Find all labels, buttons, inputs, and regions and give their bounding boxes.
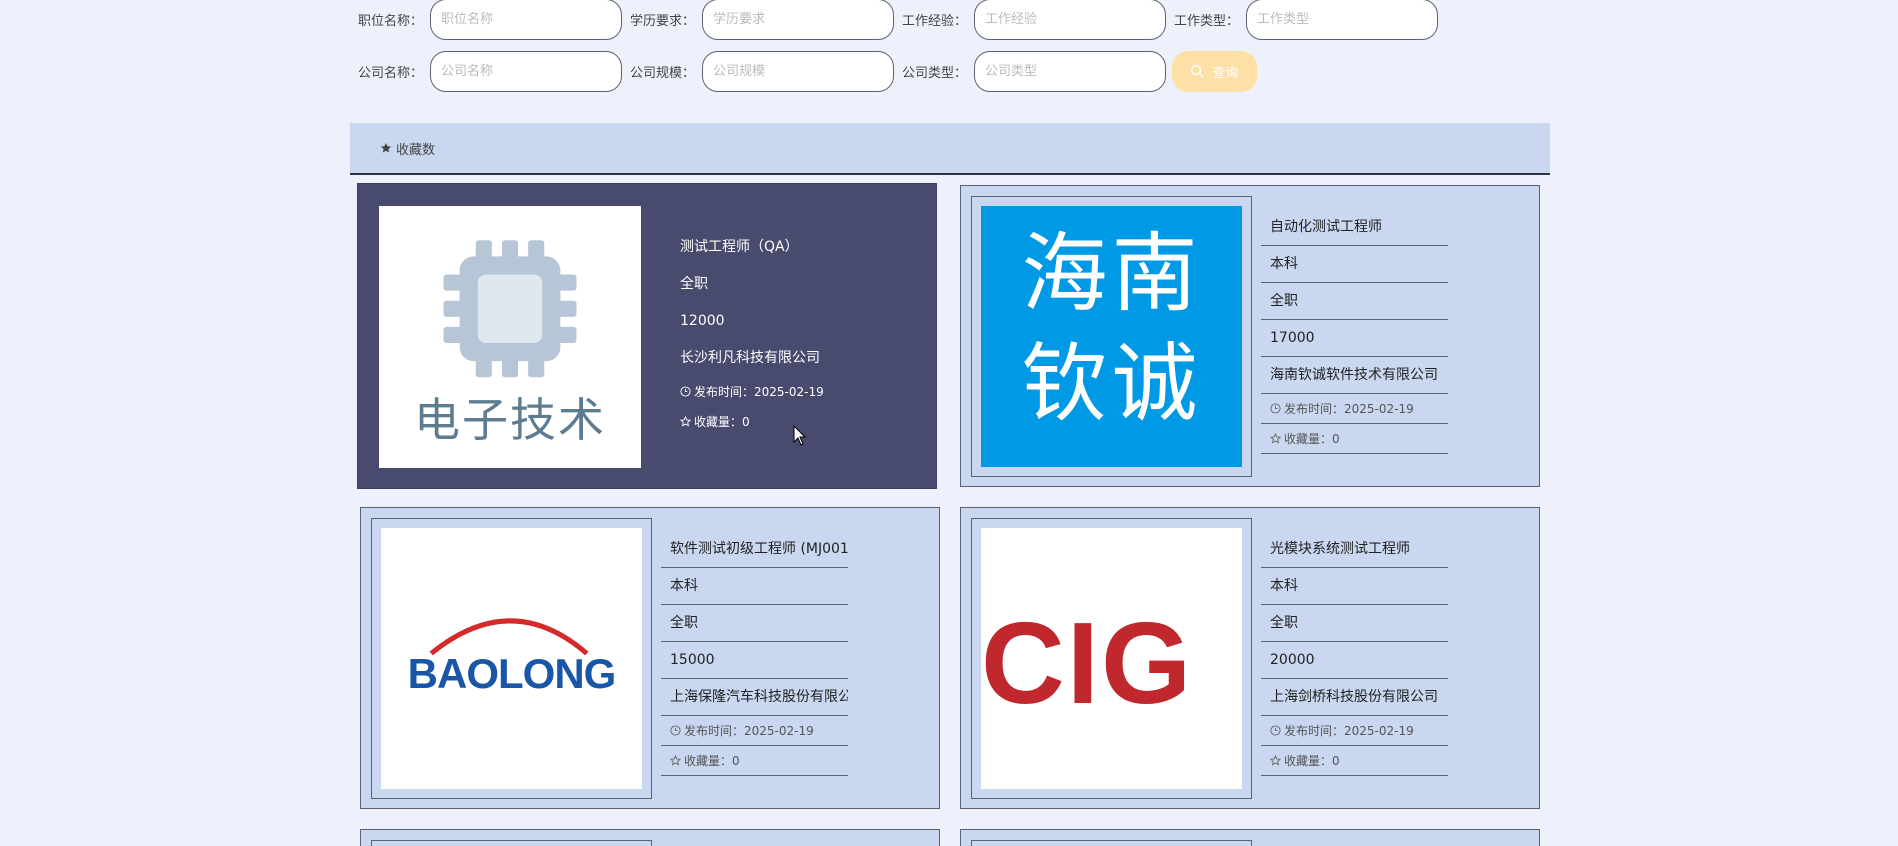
job-card[interactable]: BAOLONG 软件测试初级工程师 (MJ001048) 本科 全职 15000… xyxy=(360,507,940,809)
sort-by-favorites[interactable]: 收藏数 xyxy=(380,139,435,158)
clock-icon xyxy=(1270,403,1281,414)
job-type: 全职 xyxy=(680,276,708,292)
filter-job-type: 工作类型： xyxy=(1174,0,1446,40)
job-type: 全职 xyxy=(1261,605,1448,642)
company-logo-frame: 海南 钦诚 xyxy=(971,196,1252,477)
filter-row-2: 公司名称： 公司规模： 公司类型： 查询 xyxy=(358,50,1257,92)
job-type: 全职 xyxy=(661,605,848,642)
filter-label: 公司规模： xyxy=(630,65,696,81)
filter-label: 公司名称： xyxy=(358,65,424,81)
job-card[interactable]: CIG 光模块系统测试工程师 本科 全职 20000 上海剑桥科技股份有限公司 … xyxy=(960,507,1540,809)
publish-time-text: 发布时间：2025-02-19 xyxy=(684,724,814,738)
star-icon xyxy=(381,143,391,153)
filter-label: 工作经验： xyxy=(902,13,968,29)
favorite-count: 收藏量：0 xyxy=(1261,424,1448,454)
filter-education: 学历要求： xyxy=(630,0,902,40)
filter-company-name: 公司名称： xyxy=(358,50,630,92)
favorite-count: 收藏量：0 xyxy=(1261,746,1448,776)
logo-text: CIG xyxy=(981,598,1194,728)
publish-time: 发布时间：2025-02-19 xyxy=(671,377,858,407)
publish-time-text: 发布时间：2025-02-19 xyxy=(1284,724,1414,738)
company-logo-frame xyxy=(971,840,1252,846)
publish-time-text: 发布时间：2025-02-19 xyxy=(694,385,824,399)
logo-text: BAOLONG xyxy=(407,650,617,697)
search-icon xyxy=(1191,65,1205,78)
mouse-cursor-icon xyxy=(793,425,807,446)
favorite-count-text: 收藏量：0 xyxy=(1284,754,1340,768)
filter-label: 公司类型： xyxy=(902,65,968,81)
publish-time-text: 发布时间：2025-02-19 xyxy=(1284,402,1414,416)
job-type: 全职 xyxy=(1261,283,1448,320)
job-name-input[interactable] xyxy=(430,0,622,40)
logo-text-line2: 钦诚 xyxy=(1021,334,1202,434)
sort-label: 收藏数 xyxy=(396,142,436,158)
job-card[interactable]: 电子技术 测试工程师（QA） 全职 12000 长沙利凡科技有限公司 发布时间：… xyxy=(357,183,937,489)
job-title: 软件测试初级工程师 (MJ001048) xyxy=(661,531,848,568)
publish-time: 发布时间：2025-02-19 xyxy=(1261,716,1448,746)
job-education: 本科 xyxy=(1261,246,1448,283)
company-type-input[interactable] xyxy=(974,50,1166,92)
job-education: 本科 xyxy=(661,568,848,605)
search-button[interactable]: 查询 xyxy=(1172,50,1257,92)
company-name: 长沙利凡科技有限公司 xyxy=(680,350,820,366)
company-logo-frame xyxy=(371,840,652,846)
filter-label: 学历要求： xyxy=(630,13,696,29)
company-logo: 电子技术 xyxy=(379,206,641,468)
star-outline-icon xyxy=(670,755,681,766)
job-type-input[interactable] xyxy=(1246,0,1438,40)
filter-experience: 工作经验： xyxy=(902,0,1174,40)
filter-row-1: 职位名称： 学历要求： 工作经验： 工作类型： xyxy=(358,0,1446,40)
job-title: 光模块系统测试工程师 xyxy=(1261,531,1448,568)
job-info: 软件测试初级工程师 (MJ001048) 本科 全职 15000 上海保隆汽车科… xyxy=(661,531,848,776)
job-info: 测试工程师（QA） 全职 12000 长沙利凡科技有限公司 发布时间：2025-… xyxy=(671,229,858,437)
job-card[interactable] xyxy=(960,829,1540,846)
company-name: 上海保隆汽车科技股份有限公司 xyxy=(661,679,848,716)
job-title: 自动化测试工程师 xyxy=(1261,209,1448,246)
company-logo-frame: CIG xyxy=(971,518,1252,799)
filter-company-type: 公司类型： xyxy=(902,50,1174,92)
company-logo-frame: BAOLONG xyxy=(371,518,652,799)
job-info: 自动化测试工程师 本科 全职 17000 海南钦诚软件技术有限公司 发布时间：2… xyxy=(1261,209,1448,454)
job-salary: 17000 xyxy=(1261,320,1448,357)
star-outline-icon xyxy=(680,416,691,427)
favorite-count-text: 收藏量：0 xyxy=(684,754,740,768)
filter-label: 职位名称： xyxy=(358,13,424,29)
search-button-label: 查询 xyxy=(1212,65,1239,81)
favorite-count-text: 收藏量：0 xyxy=(694,415,750,429)
job-card[interactable]: 海南 钦诚 自动化测试工程师 本科 全职 17000 海南钦诚软件技术有限公司 … xyxy=(960,185,1540,487)
star-outline-icon xyxy=(1270,755,1281,766)
company-size-input[interactable] xyxy=(702,50,894,92)
company-name-input[interactable] xyxy=(430,50,622,92)
clock-icon xyxy=(1270,725,1281,736)
filter-job-name: 职位名称： xyxy=(358,0,630,40)
company-logo: BAOLONG xyxy=(381,528,642,789)
publish-time: 发布时间：2025-02-19 xyxy=(661,716,848,746)
job-salary: 12000 xyxy=(680,313,725,329)
filter-company-size: 公司规模： xyxy=(630,50,902,92)
clock-icon xyxy=(680,386,691,397)
experience-input[interactable] xyxy=(974,0,1166,40)
logo-text: 电子技术 xyxy=(414,393,606,447)
job-card[interactable] xyxy=(360,829,940,846)
job-title: 测试工程师（QA） xyxy=(680,239,799,255)
company-logo: 海南 钦诚 xyxy=(981,206,1242,467)
favorite-count-text: 收藏量：0 xyxy=(1284,432,1340,446)
company-name: 海南钦诚软件技术有限公司 xyxy=(1261,357,1448,394)
job-info: 光模块系统测试工程师 本科 全职 20000 上海剑桥科技股份有限公司 发布时间… xyxy=(1261,531,1448,776)
logo-text-line1: 海南 xyxy=(1021,224,1202,324)
job-salary: 20000 xyxy=(1261,642,1448,679)
company-logo: CIG xyxy=(981,528,1242,789)
job-salary: 15000 xyxy=(661,642,848,679)
education-input[interactable] xyxy=(702,0,894,40)
company-logo-frame: 电子技术 xyxy=(379,206,641,468)
star-outline-icon xyxy=(1270,433,1281,444)
job-education: 本科 xyxy=(1261,568,1448,605)
company-name: 上海剑桥科技股份有限公司 xyxy=(1261,679,1448,716)
clock-icon xyxy=(670,725,681,736)
sort-bar: 收藏数 xyxy=(350,123,1550,175)
favorite-count: 收藏量：0 xyxy=(661,746,848,776)
filter-label: 工作类型： xyxy=(1174,13,1240,29)
favorite-count: 收藏量：0 xyxy=(671,407,858,437)
publish-time: 发布时间：2025-02-19 xyxy=(1261,394,1448,424)
